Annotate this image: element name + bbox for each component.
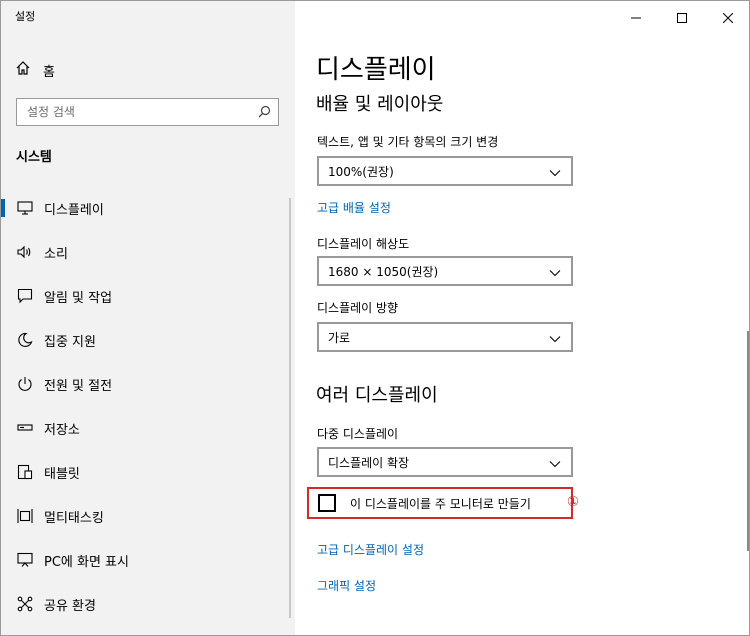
- sidebar: 설정 홈 시스템 디스플레이 소리: [1, 1, 295, 635]
- section-heading-system: 시스템: [16, 150, 52, 165]
- sidebar-item-shared-experiences[interactable]: 공유 환경: [1, 589, 295, 619]
- orientation-value: 가로: [328, 330, 351, 345]
- section-title-multiple-displays: 여러 디스플레이: [316, 385, 438, 406]
- sidebar-scrollbar[interactable]: [289, 198, 291, 618]
- chevron-down-icon: [549, 162, 561, 181]
- main-display-checkbox-row[interactable]: 이 디스플레이를 주 모니터로 만들기: [307, 487, 573, 519]
- page-title: 디스플레이: [316, 55, 436, 85]
- monitor-icon: [16, 199, 34, 217]
- search-icon[interactable]: [258, 103, 271, 122]
- project-icon: [16, 551, 34, 569]
- close-icon: [722, 8, 734, 27]
- home-nav-item[interactable]: 홈: [15, 59, 55, 81]
- power-icon: [16, 375, 34, 393]
- sidebar-item-power[interactable]: 전원 및 절전: [1, 369, 295, 399]
- scale-value: 100%(권장): [328, 164, 394, 179]
- home-label: 홈: [43, 64, 55, 80]
- chevron-down-icon: [549, 262, 561, 281]
- share-icon: [16, 595, 34, 613]
- multi-display-value: 디스플레이 확장: [328, 455, 410, 470]
- sidebar-item-storage[interactable]: 저장소: [1, 413, 295, 443]
- resolution-value: 1680 × 1050(권장): [328, 264, 439, 279]
- resolution-label: 디스플레이 해상도: [317, 237, 410, 251]
- chevron-down-icon: [549, 453, 561, 472]
- sidebar-item-label: 집중 지원: [44, 334, 96, 350]
- multitasking-icon: [16, 507, 34, 525]
- orientation-label: 디스플레이 방향: [317, 301, 399, 315]
- maximize-button[interactable]: [659, 1, 705, 33]
- multi-display-dropdown[interactable]: 디스플레이 확장: [317, 447, 573, 477]
- app-title: 설정: [15, 10, 36, 23]
- scale-dropdown[interactable]: 100%(권장): [317, 156, 573, 186]
- minimize-button[interactable]: [613, 1, 659, 33]
- maximize-icon: [677, 8, 687, 27]
- resolution-dropdown[interactable]: 1680 × 1050(권장): [317, 256, 573, 286]
- moon-icon: [16, 331, 34, 349]
- advanced-scale-link[interactable]: 고급 배율 설정: [317, 199, 391, 216]
- close-button[interactable]: [705, 1, 749, 33]
- minimize-icon: [631, 8, 641, 27]
- main-display-checkbox[interactable]: [318, 494, 336, 512]
- main-display-checkbox-label: 이 디스플레이를 주 모니터로 만들기: [350, 496, 531, 511]
- tablet-icon: [16, 463, 34, 481]
- search-input[interactable]: [27, 105, 247, 119]
- chevron-down-icon: [549, 328, 561, 347]
- sidebar-item-label: 디스플레이: [44, 202, 104, 218]
- multi-display-label: 다중 디스플레이: [317, 427, 399, 441]
- search-box[interactable]: [16, 98, 279, 126]
- home-icon: [15, 60, 31, 80]
- sidebar-item-label: 소리: [44, 246, 68, 262]
- advanced-display-link[interactable]: 고급 디스플레이 설정: [317, 541, 424, 558]
- sidebar-item-label: 저장소: [44, 422, 80, 438]
- speaker-icon: [16, 243, 34, 261]
- sidebar-item-focus-assist[interactable]: 집중 지원: [1, 325, 295, 355]
- section-title-scale-layout: 배율 및 레이아웃: [316, 94, 444, 115]
- sidebar-item-sound[interactable]: 소리: [1, 237, 295, 267]
- storage-icon: [16, 419, 34, 437]
- active-indicator: [1, 199, 5, 217]
- graphics-settings-link[interactable]: 그래픽 설정: [317, 577, 376, 594]
- sidebar-item-project[interactable]: PC에 화면 표시: [1, 545, 295, 575]
- settings-window: 설정 홈 시스템 디스플레이 소리: [0, 0, 750, 636]
- orientation-dropdown[interactable]: 가로: [317, 322, 573, 352]
- sidebar-item-label: 태블릿: [44, 466, 80, 482]
- sidebar-item-label: 알림 및 작업: [44, 290, 113, 306]
- sidebar-item-tablet[interactable]: 태블릿: [1, 457, 295, 487]
- callout-marker: ①: [567, 494, 579, 510]
- sidebar-item-display[interactable]: 디스플레이: [1, 193, 295, 223]
- sidebar-item-label: 공유 환경: [44, 598, 96, 614]
- notification-icon: [16, 287, 34, 305]
- sidebar-item-label: 전원 및 절전: [44, 378, 113, 394]
- sidebar-item-multitasking[interactable]: 멀티태스킹: [1, 501, 295, 531]
- main-content: 디스플레이 배율 및 레이아웃 텍스트, 앱 및 기타 항목의 크기 변경 10…: [295, 1, 749, 635]
- sidebar-item-notifications[interactable]: 알림 및 작업: [1, 281, 295, 311]
- sidebar-item-label: PC에 화면 표시: [44, 554, 129, 570]
- scale-label: 텍스트, 앱 및 기타 항목의 크기 변경: [317, 135, 499, 149]
- sidebar-item-label: 멀티태스킹: [44, 510, 104, 526]
